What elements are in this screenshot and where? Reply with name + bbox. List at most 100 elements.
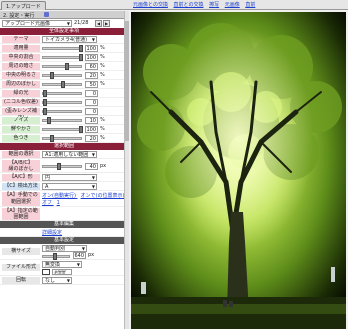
blur-value[interactable]: 40 xyxy=(85,163,98,170)
setting-row: 周辺のぼかし 50 % xyxy=(0,80,128,89)
setting-row: (歪みレンズ補正) 0 xyxy=(0,107,128,121)
slider-knob[interactable] xyxy=(79,54,83,61)
link-detail-settings[interactable]: 詳細設定 xyxy=(42,229,62,236)
setting-value[interactable]: 0 xyxy=(85,108,98,115)
prev-button[interactable]: ◀ xyxy=(95,20,102,27)
setting-label: 周辺の暗さ xyxy=(2,63,40,70)
setting-row: (ニコル色収差) 0 xyxy=(0,98,128,107)
chevron-down-icon: ▼ xyxy=(91,175,95,180)
slider-knob[interactable] xyxy=(65,63,69,70)
slider-knob[interactable] xyxy=(43,99,47,106)
selection-select[interactable]: A ▼ xyxy=(42,183,97,190)
selection-select[interactable]: 円 ▼ xyxy=(42,174,97,181)
setting-label: 中央の明るさ xyxy=(2,72,40,79)
slider-knob[interactable] xyxy=(57,163,61,170)
chevron-down-icon: ▼ xyxy=(66,278,70,283)
selection-row: 【A/C】形 円 ▼ xyxy=(0,173,128,182)
setting-row: 色つき 20 % xyxy=(0,134,128,143)
manual-select-label: 【A】指定の範囲範囲 xyxy=(2,208,40,220)
setting-value[interactable]: 100 xyxy=(85,45,98,52)
scrollbar-thumb[interactable] xyxy=(125,21,129,141)
selection-select[interactable]: A1:適用しない範囲 ▼ xyxy=(42,151,97,158)
section-global: 全体設定事項 xyxy=(0,28,128,35)
width-slider-knob[interactable] xyxy=(53,253,57,260)
link-auto-show[interactable]: オンで(の位置表示) xyxy=(81,193,125,199)
setting-label: (ニコル色収差) xyxy=(2,99,40,106)
slider-knob[interactable] xyxy=(79,45,83,52)
setting-slider[interactable] xyxy=(42,99,82,106)
setting-value[interactable]: 10 xyxy=(85,117,98,124)
slider-knob[interactable] xyxy=(43,90,47,97)
blur-slider[interactable] xyxy=(42,163,82,170)
link-swap-previous[interactable]: 直前との交換 xyxy=(174,2,204,8)
link-previous[interactable]: 直前 xyxy=(245,2,255,8)
setting-slider[interactable] xyxy=(42,108,82,115)
setting-label: 鮮やかさ xyxy=(2,126,40,133)
auto-links: オン(自動実行) オンで(の位置表示) xyxy=(42,192,124,199)
panel-scrollbar[interactable] xyxy=(124,11,129,329)
settings-icon[interactable] xyxy=(44,12,49,17)
background-color-swatch[interactable] xyxy=(42,269,50,275)
slider-knob[interactable] xyxy=(50,135,54,142)
setting-row: テーマ トイカメラ4(普通) ▼ xyxy=(0,35,128,44)
slider-knob[interactable] xyxy=(50,72,54,79)
setting-slider[interactable] xyxy=(42,54,83,61)
setting-value[interactable]: 20 xyxy=(85,135,98,142)
next-button[interactable]: ▶ xyxy=(103,20,110,27)
setting-value[interactable]: 0 xyxy=(85,99,98,106)
selection-row: 【C】検出方法 A ▼ xyxy=(0,182,128,191)
slider-knob[interactable] xyxy=(43,108,47,115)
theme-select[interactable]: トイカメラ4(普通) ▼ xyxy=(42,36,97,43)
manual-select-row: 【A】指定の範囲範囲 xyxy=(0,207,128,221)
background-color-value[interactable]: #ffffff xyxy=(52,269,72,275)
rotate-select[interactable]: なし ▼ xyxy=(42,277,72,284)
preset-select[interactable]: アップロード元画像 ▼ xyxy=(2,20,72,27)
setting-slider[interactable] xyxy=(42,63,82,70)
setting-value[interactable]: 50 xyxy=(85,81,98,88)
setting-value[interactable]: 0 xyxy=(85,90,98,97)
setting-unit: % xyxy=(100,72,105,78)
tab-upload[interactable]: 1.アップロード xyxy=(1,1,46,10)
width-select[interactable]: 自動判別 ▼ xyxy=(42,245,87,252)
link-auto-one[interactable]: 1 xyxy=(57,200,60,206)
chevron-down-icon: ▼ xyxy=(91,152,95,157)
setting-value[interactable]: 100 xyxy=(85,54,98,61)
setting-label: 周辺のぼかし xyxy=(2,81,40,88)
setting-value[interactable]: 20 xyxy=(85,72,98,79)
setting-slider[interactable] xyxy=(42,72,82,79)
setting-slider[interactable] xyxy=(42,126,83,133)
auto-select-label: 【A】手動での範囲選択 xyxy=(2,192,40,206)
link-save[interactable]: 擦写 xyxy=(209,2,219,8)
width-slider[interactable] xyxy=(42,253,70,260)
setting-slider[interactable] xyxy=(42,117,82,124)
setting-slider[interactable] xyxy=(42,135,82,142)
top-links: 元画像との交換 直前との交換 擦写 元画像 直前 xyxy=(133,1,259,9)
link-original[interactable]: 元画像 xyxy=(225,2,240,8)
slider-knob[interactable] xyxy=(61,81,65,88)
setting-slider[interactable] xyxy=(42,45,83,52)
format-select[interactable]: 無変換 ▼ xyxy=(42,261,82,268)
selection-label: 【A/B/C】 縁のぼかし xyxy=(2,160,40,172)
setting-value[interactable]: 60 xyxy=(85,63,98,70)
setting-value[interactable]: 100 xyxy=(85,126,98,133)
slider-knob[interactable] xyxy=(47,117,51,124)
setting-slider[interactable] xyxy=(42,90,82,97)
setting-unit: % xyxy=(100,126,105,132)
width-value[interactable]: 640 xyxy=(73,252,86,259)
setting-row: 中央の割合 100 % xyxy=(0,53,128,62)
chevron-down-icon: ▼ xyxy=(91,184,95,189)
link-swap-original[interactable]: 元画像との交換 xyxy=(133,2,168,8)
tree-photo xyxy=(131,12,346,329)
setting-label: 適用量 xyxy=(2,45,40,52)
setting-slider[interactable] xyxy=(42,81,82,88)
setting-row: ノイズ 10 % xyxy=(0,116,128,125)
width-label: 横サイズ xyxy=(2,248,40,255)
chevron-down-icon: ▼ xyxy=(76,262,80,267)
chevron-down-icon: ▼ xyxy=(66,21,70,26)
setting-row: 緑の光 0 xyxy=(0,89,128,98)
setting-unit: % xyxy=(100,117,105,123)
selection-label: 【C】検出方法 xyxy=(2,183,40,190)
slider-knob[interactable] xyxy=(79,126,83,133)
link-auto-off[interactable]: オフ xyxy=(42,200,52,206)
app-window: 1.アップロード 元画像との交換 直前との交換 擦写 元画像 直前 2. 設定・… xyxy=(0,0,348,329)
